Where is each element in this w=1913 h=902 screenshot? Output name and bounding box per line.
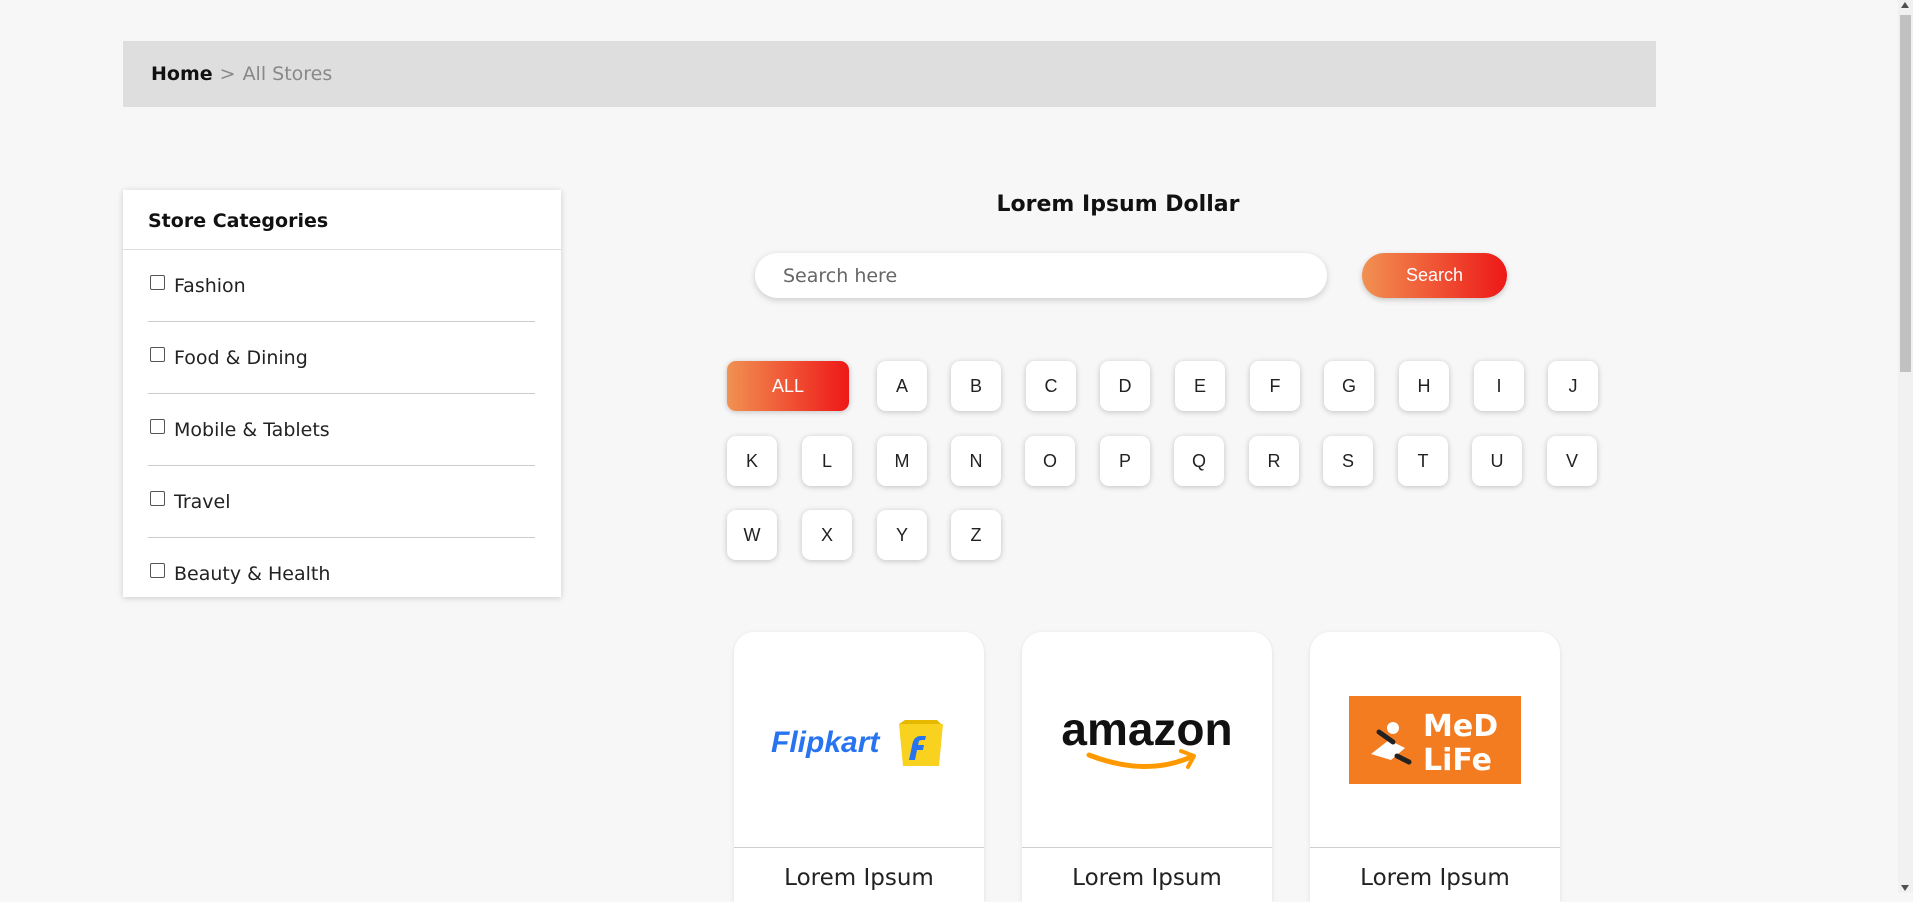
filter-letter-button[interactable]: V: [1547, 436, 1597, 486]
filter-letter-button[interactable]: Z: [951, 510, 1001, 560]
breadcrumb-home-link[interactable]: Home: [151, 63, 213, 85]
category-item-travel[interactable]: Travel: [148, 466, 535, 538]
filter-letter-button[interactable]: B: [951, 361, 1001, 411]
medlife-logo: MeD LiFe: [1310, 632, 1560, 848]
category-checkbox[interactable]: [150, 275, 165, 290]
scrollbar-thumb[interactable]: [1900, 15, 1911, 372]
store-categories-title: Store Categories: [123, 190, 561, 250]
filter-letter-button[interactable]: W: [727, 510, 777, 560]
category-item-food-dining[interactable]: Food & Dining: [148, 322, 535, 394]
flipkart-wordmark: Flipkart: [771, 726, 881, 759]
category-checkbox[interactable]: [150, 563, 165, 578]
filter-letter-button[interactable]: E: [1175, 361, 1225, 411]
medlife-wordmark: MeD LiFe: [1423, 709, 1498, 778]
breadcrumb-separator: >: [219, 63, 236, 85]
category-checkbox[interactable]: [150, 347, 165, 362]
filter-letter-button[interactable]: X: [802, 510, 852, 560]
store-card-amazon[interactable]: amazon Lorem Ipsum: [1022, 632, 1272, 902]
amazon-logo: amazon: [1022, 632, 1272, 848]
filter-letter-button[interactable]: L: [802, 436, 852, 486]
flipkart-logo-image: Flipkart: [771, 719, 943, 766]
category-item-mobile-tablets[interactable]: Mobile & Tablets: [148, 394, 535, 466]
filter-letter-button[interactable]: G: [1324, 361, 1374, 411]
category-label: Food & Dining: [174, 346, 308, 369]
filter-letter-button[interactable]: J: [1548, 361, 1598, 411]
filter-letter-button[interactable]: A: [877, 361, 927, 411]
category-label: Mobile & Tablets: [174, 418, 330, 441]
filter-letter-button[interactable]: K: [727, 436, 777, 486]
breadcrumb: Home > All Stores: [123, 41, 1656, 107]
search-button[interactable]: Search: [1362, 253, 1507, 298]
filter-letter-button[interactable]: T: [1398, 436, 1448, 486]
filter-letter-button[interactable]: Y: [877, 510, 927, 560]
search-input[interactable]: [755, 253, 1327, 298]
filter-letter-button[interactable]: R: [1249, 436, 1299, 486]
filter-letter-button[interactable]: N: [951, 436, 1001, 486]
filter-letter-button[interactable]: M: [877, 436, 927, 486]
filter-letter-button[interactable]: C: [1026, 361, 1076, 411]
filter-letter-button[interactable]: S: [1323, 436, 1373, 486]
amazon-wordmark: amazon: [1061, 705, 1232, 755]
page-title: Lorem Ipsum Dollar: [996, 192, 1240, 217]
filter-letter-button[interactable]: Q: [1174, 436, 1224, 486]
breadcrumb-current: All Stores: [242, 63, 333, 85]
category-list: Fashion Food & Dining Mobile & Tablets T…: [148, 250, 535, 609]
filter-letter-button[interactable]: H: [1399, 361, 1449, 411]
filter-letter-button[interactable]: O: [1025, 436, 1075, 486]
store-name: Lorem Ipsum: [1072, 865, 1222, 891]
category-label: Travel: [174, 490, 231, 513]
category-item-fashion[interactable]: Fashion: [148, 250, 535, 322]
category-checkbox[interactable]: [150, 491, 165, 506]
filter-letter-button[interactable]: F: [1250, 361, 1300, 411]
filter-letter-button[interactable]: P: [1100, 436, 1150, 486]
scroll-down-arrow-icon[interactable]: [1901, 885, 1909, 891]
category-label: Fashion: [174, 274, 246, 297]
medlife-logo-image: MeD LiFe: [1349, 695, 1521, 784]
category-checkbox[interactable]: [150, 419, 165, 434]
store-name: Lorem Ipsum: [1360, 865, 1510, 891]
filter-all-button[interactable]: ALL: [727, 361, 849, 411]
page-scrollbar[interactable]: [1898, 0, 1913, 893]
filter-letter-button[interactable]: I: [1474, 361, 1524, 411]
filter-letter-button[interactable]: U: [1472, 436, 1522, 486]
store-card-medlife[interactable]: MeD LiFe Lorem Ipsum: [1310, 632, 1560, 902]
category-item-beauty-health[interactable]: Beauty & Health: [148, 538, 535, 609]
store-card-flipkart[interactable]: Flipkart Lorem Ipsum: [734, 632, 984, 902]
store-categories-panel: Store Categories Fashion Food & Dining M…: [123, 190, 561, 597]
flipkart-logo: Flipkart: [734, 632, 984, 848]
scroll-up-arrow-icon[interactable]: [1901, 2, 1909, 8]
filter-letter-button[interactable]: D: [1100, 361, 1150, 411]
store-name: Lorem Ipsum: [784, 865, 934, 891]
category-label: Beauty & Health: [174, 562, 331, 585]
amazon-logo-image: amazon: [1061, 705, 1233, 769]
